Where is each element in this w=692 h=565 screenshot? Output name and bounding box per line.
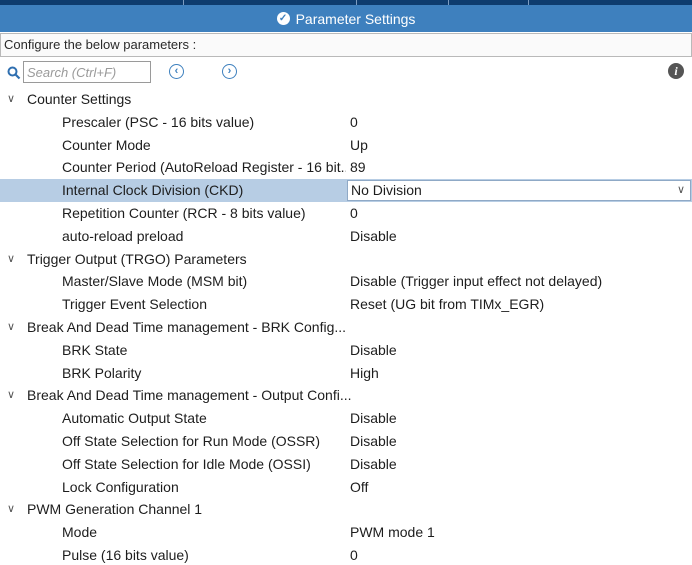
- parameter-label: Trigger Event Selection: [62, 296, 207, 313]
- group-header[interactable]: ∨ Trigger Output (TRGO) Parameters: [0, 248, 692, 271]
- parameter-row[interactable]: Counter Mode Up: [0, 134, 692, 157]
- parameter-row[interactable]: Mode PWM mode 1: [0, 521, 692, 544]
- parameter-value[interactable]: Disable: [350, 430, 397, 453]
- parameter-label: Internal Clock Division (CKD): [62, 182, 244, 199]
- parameter-row[interactable]: Master/Slave Mode (MSM bit) Disable (Trig…: [0, 270, 692, 293]
- chevron-down-icon[interactable]: ∨: [677, 181, 685, 200]
- parameter-row[interactable]: Off State Selection for Idle Mode (OSSI)…: [0, 453, 692, 476]
- parameter-row[interactable]: Off State Selection for Run Mode (OSSR) D…: [0, 430, 692, 453]
- parameter-row[interactable]: Automatic Output State Disable: [0, 407, 692, 430]
- check-circle-icon: ✓: [276, 12, 290, 25]
- parameter-value[interactable]: 0: [350, 111, 358, 134]
- parameter-label: Prescaler (PSC - 16 bits value): [62, 113, 255, 130]
- group-label: Trigger Output (TRGO) Parameters: [27, 250, 247, 267]
- parameter-value[interactable]: Off: [350, 476, 368, 499]
- header-title: Parameter Settings: [295, 10, 416, 27]
- group-header[interactable]: ∨ Counter Settings: [0, 88, 692, 111]
- parameter-row[interactable]: BRK State Disable: [0, 339, 692, 362]
- parameter-row[interactable]: Lock Configuration Off: [0, 476, 692, 499]
- next-match-icon[interactable]: ›: [222, 64, 237, 79]
- parameter-value[interactable]: Disable (Trigger input effect not delaye…: [350, 270, 602, 293]
- parameter-settings-header[interactable]: ✓ Parameter Settings: [0, 5, 692, 32]
- parameter-value[interactable]: Disable: [350, 225, 397, 248]
- parameter-label: auto-reload preload: [62, 227, 184, 244]
- parameter-value[interactable]: 0: [350, 544, 358, 565]
- parameter-value-dropdown[interactable]: No Division ∨: [347, 180, 691, 202]
- parameter-label: Lock Configuration: [62, 478, 179, 495]
- parameter-value[interactable]: 89: [350, 156, 366, 179]
- group-header[interactable]: ∨ Break And Dead Time management - Output…: [0, 384, 692, 407]
- parameter-label: BRK Polarity: [62, 364, 142, 381]
- previous-match-icon[interactable]: ‹: [169, 64, 184, 79]
- parameter-label: Repetition Counter (RCR - 8 bits value): [62, 204, 306, 221]
- group-label: Break And Dead Time management - Output …: [27, 387, 352, 404]
- parameter-row[interactable]: Internal Clock Division (CKD) No Division…: [0, 179, 692, 202]
- parameter-row[interactable]: Trigger Event Selection Reset (UG bit fro…: [0, 293, 692, 316]
- parameter-tree: ∨ Counter Settings Prescaler (PSC - 16 bit…: [0, 88, 692, 565]
- chevron-down-icon[interactable]: ∨: [7, 384, 19, 407]
- parameter-label: Off State Selection for Run Mode (OSSR): [62, 432, 321, 449]
- parameter-value[interactable]: High: [350, 362, 379, 385]
- search-toolbar: ‹ › i: [0, 59, 692, 87]
- parameter-value[interactable]: Up: [350, 134, 368, 157]
- parameter-label: Mode: [62, 524, 98, 541]
- parameter-row[interactable]: Counter Period (AutoReload Register - 16…: [0, 156, 692, 179]
- parameter-value[interactable]: Disable: [350, 407, 397, 430]
- chevron-down-icon[interactable]: ∨: [7, 316, 19, 339]
- search-input[interactable]: [23, 61, 151, 83]
- parameter-label: Automatic Output State: [62, 410, 207, 427]
- parameter-row[interactable]: Pulse (16 bits value) 0: [0, 544, 692, 565]
- info-icon[interactable]: i: [668, 63, 684, 79]
- chevron-down-icon[interactable]: ∨: [7, 498, 19, 521]
- dropdown-value: No Division: [351, 182, 422, 199]
- group-label: Break And Dead Time management - BRK Con…: [27, 318, 347, 335]
- parameter-row[interactable]: Prescaler (PSC - 16 bits value) 0: [0, 111, 692, 134]
- chevron-down-icon[interactable]: ∨: [7, 248, 19, 271]
- group-header[interactable]: ∨ Break And Dead Time management - BRK Co…: [0, 316, 692, 339]
- parameter-label: BRK State: [62, 341, 128, 358]
- parameter-row[interactable]: auto-reload preload Disable: [0, 225, 692, 248]
- parameter-value[interactable]: Reset (UG bit from TIMx_EGR): [350, 293, 544, 316]
- parameter-label: Counter Mode: [62, 136, 151, 153]
- parameter-label: Counter Period (AutoReload Register - 16…: [62, 159, 346, 176]
- parameter-value[interactable]: Disable: [350, 453, 397, 476]
- parameter-value[interactable]: PWM mode 1: [350, 521, 435, 544]
- configure-label: Configure the below parameters :: [0, 33, 692, 57]
- chevron-down-icon[interactable]: ∨: [7, 88, 19, 111]
- parameter-row[interactable]: BRK Polarity High: [0, 362, 692, 385]
- parameter-label: Off State Selection for Idle Mode (OSSI): [62, 455, 311, 472]
- group-label: PWM Generation Channel 1: [27, 501, 203, 518]
- parameter-value[interactable]: 0: [350, 202, 358, 225]
- group-header[interactable]: ∨ PWM Generation Channel 1: [0, 498, 692, 521]
- parameter-row[interactable]: Repetition Counter (RCR - 8 bits value) 0: [0, 202, 692, 225]
- parameter-label: Master/Slave Mode (MSM bit): [62, 273, 248, 290]
- group-label: Counter Settings: [27, 91, 132, 107]
- search-icon: [7, 66, 21, 80]
- parameter-label: Pulse (16 bits value): [62, 546, 189, 563]
- parameter-value[interactable]: Disable: [350, 339, 397, 362]
